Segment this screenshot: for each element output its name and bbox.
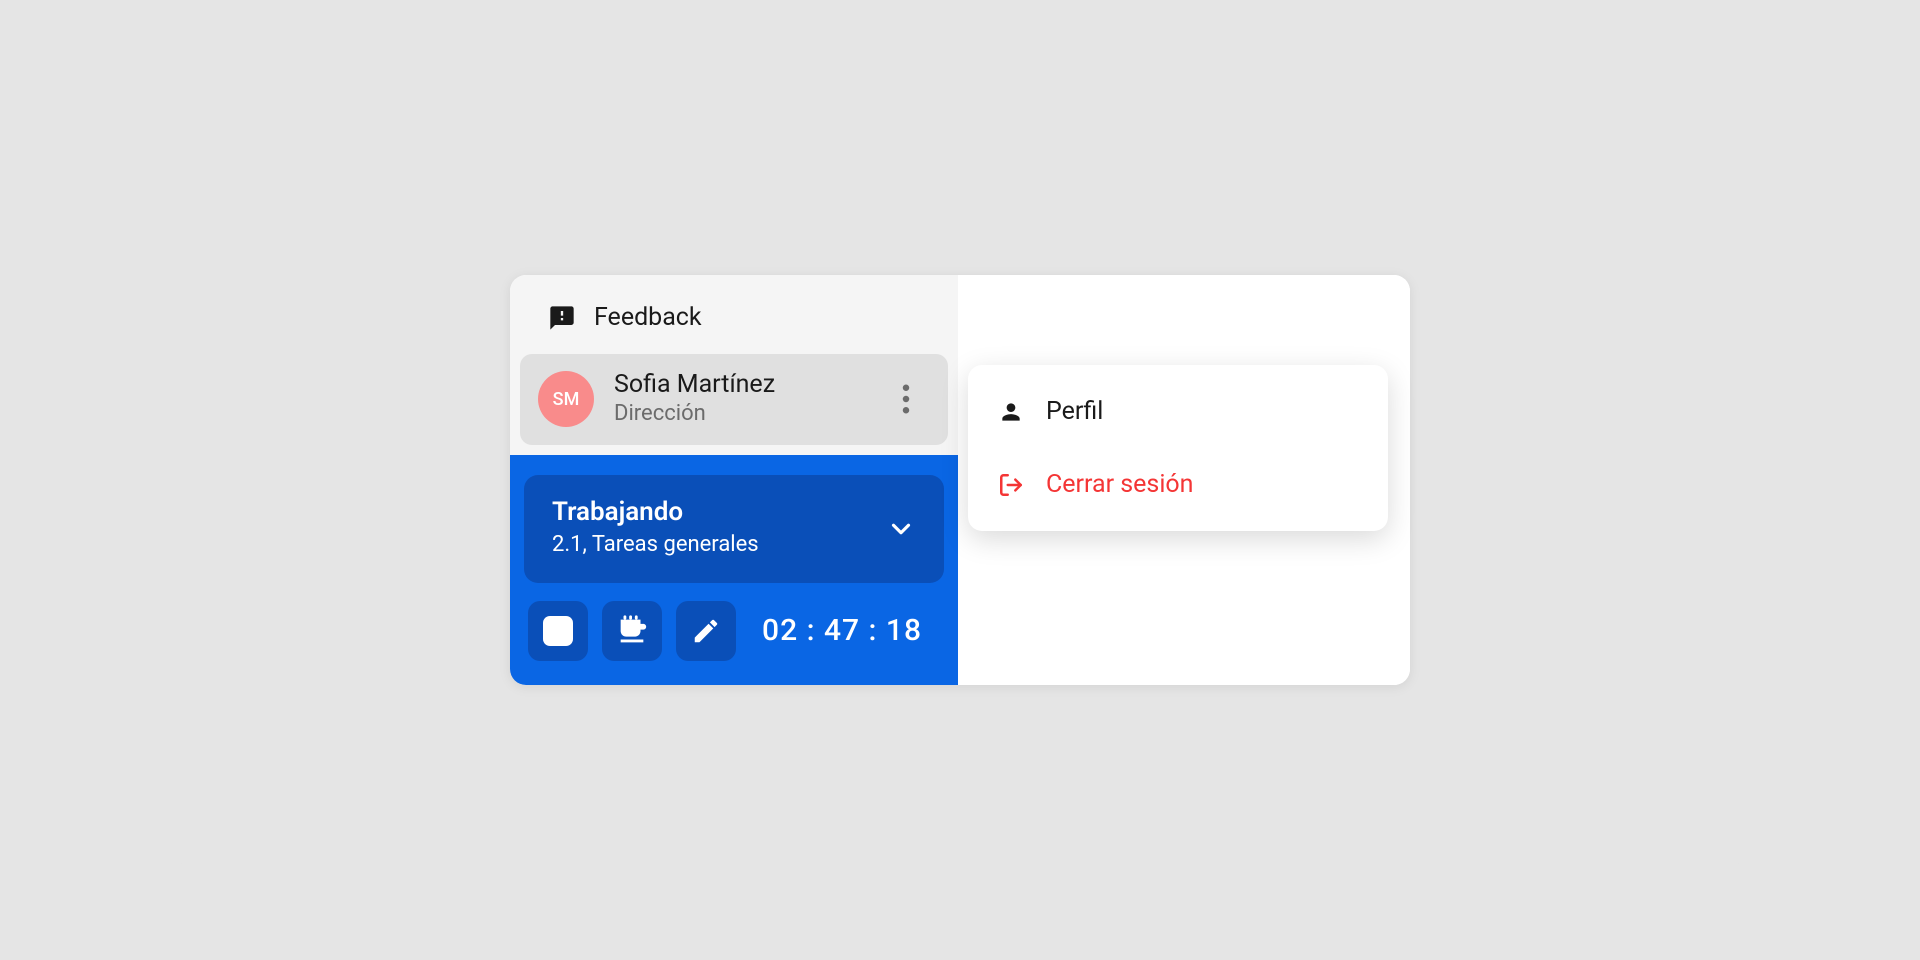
chevron-down-icon [886,514,916,544]
avatar-initials: SM [553,389,580,410]
feedback-label: Feedback [594,303,702,332]
status-text: Trabajando 2.1, Tareas generales [552,497,759,561]
widget-card: Feedback SM Sofia Martínez Dirección [510,275,1410,685]
status-title: Trabajando [552,497,759,528]
coffee-icon [615,614,649,648]
menu-profile-label: Perfil [1046,397,1103,426]
more-vert-icon [902,384,910,414]
timer-row: 02 : 47 : 18 [524,583,944,665]
menu-logout-label: Cerrar sesión [1046,470,1193,499]
menu-item-logout[interactable]: Cerrar sesión [968,448,1388,521]
left-panel: Feedback SM Sofia Martínez Dirección [510,275,958,685]
stop-icon [543,616,573,646]
user-role: Dirección [614,400,868,429]
person-icon [998,399,1024,425]
more-button[interactable] [888,381,924,417]
user-info: Sofia Martínez Dirección [614,370,868,429]
menu-item-profile[interactable]: Perfil [968,375,1388,448]
avatar: SM [538,371,594,427]
feedback-row[interactable]: Feedback [510,275,958,354]
status-selector[interactable]: Trabajando 2.1, Tareas generales [524,475,944,583]
status-subtitle: 2.1, Tareas generales [552,528,759,561]
logout-icon [998,472,1024,498]
user-name: Sofia Martínez [614,370,868,400]
break-button[interactable] [602,601,662,661]
pencil-icon [691,616,721,646]
canvas: Feedback SM Sofia Martínez Dirección [176,88,1744,872]
stop-button[interactable] [528,601,588,661]
user-row[interactable]: SM Sofia Martínez Dirección [520,354,948,445]
user-menu-popover: Perfil Cerrar sesión [968,365,1388,531]
timer-display: 02 : 47 : 18 [750,613,922,648]
status-block: Trabajando 2.1, Tareas generales [510,455,958,685]
edit-button[interactable] [676,601,736,661]
feedback-icon [548,304,576,332]
